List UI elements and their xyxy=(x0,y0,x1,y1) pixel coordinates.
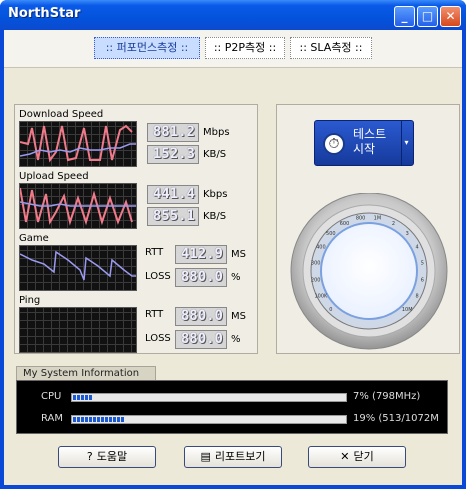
minimize-button[interactable]: _ xyxy=(394,6,415,27)
report-icon: ▤ xyxy=(200,450,211,463)
close-window-button[interactable]: ✕ xyxy=(440,6,461,27)
gauge-tick-label: 6 xyxy=(421,277,424,283)
download-rate-display: 881.2 xyxy=(147,123,199,142)
gauge-tick-label: 400 xyxy=(316,245,326,251)
ram-label: RAM xyxy=(41,413,64,424)
upload-rate-display: 441.4 xyxy=(147,185,199,204)
upload-kbs-display: 855.1 xyxy=(147,207,199,226)
speed-gauge: 0 100K 200 300 400 500 600 800 1M 2 3 4 5 6 8 10M xyxy=(290,193,448,350)
download-rate-unit: Mbps xyxy=(203,127,230,138)
cpu-usage-fill xyxy=(73,395,92,400)
ping-rtt-display: 880.0 xyxy=(175,307,227,326)
ram-usage-fill xyxy=(73,417,125,422)
gauge-tick-label: 3 xyxy=(406,231,409,237)
gauge-tick-label: 8 xyxy=(416,294,419,300)
cpu-label: CPU xyxy=(41,391,62,402)
ping-loss-display: 880.0 xyxy=(175,330,227,349)
upload-kbs-unit: KB/S xyxy=(203,211,227,222)
gauge-tick-label: 2 xyxy=(392,221,395,227)
gauge-tick-label: 0 xyxy=(329,307,332,313)
upload-graph-lines xyxy=(19,187,136,226)
gauge-tick-label: 1M xyxy=(374,216,382,222)
gauge-tick-label: 200 xyxy=(311,277,321,283)
app-window: NorthStar _ □ ✕ :: 퍼포먼스측정 :: :: P2P측정 ::… xyxy=(0,0,466,489)
title-bar[interactable]: NorthStar _ □ ✕ xyxy=(0,0,466,30)
help-button[interactable]: ? 도움말 xyxy=(58,446,156,468)
tab-sla[interactable]: :: SLA측정 :: xyxy=(290,37,372,59)
game-rtt-unit: MS xyxy=(231,249,246,260)
download-graph xyxy=(19,121,137,167)
start-test-button[interactable]: ⏱ 테스트 시작 ▾ xyxy=(314,120,414,166)
start-test-label: 테스트 시작 xyxy=(353,127,386,157)
gauge-tick-label: 600 xyxy=(340,221,350,227)
close-button[interactable]: ✕ 닫기 xyxy=(308,446,406,468)
gauge-tick-label: 4 xyxy=(416,245,419,251)
game-loss-label: LOSS xyxy=(145,271,171,282)
window-title: NorthStar xyxy=(8,6,81,21)
gauge-tick-label: 100K xyxy=(314,294,328,300)
maximize-button[interactable]: □ xyxy=(417,6,438,27)
client-area: :: 퍼포먼스측정 :: :: P2P측정 :: :: SLA측정 :: Dow… xyxy=(4,30,462,485)
tab-p2p[interactable]: :: P2P측정 :: xyxy=(205,37,285,59)
question-icon: ? xyxy=(86,450,93,463)
ping-rtt-label: RTT xyxy=(145,309,164,320)
help-button-label: 도움말 xyxy=(96,450,128,463)
upload-rate-unit: Kbps xyxy=(203,189,228,200)
start-test-line1: 테스트 xyxy=(353,127,387,141)
system-info-panel: CPU 7% (798MHz) RAM 19% (513/1072M xyxy=(16,380,448,434)
tab-bar: :: 퍼포먼스측정 :: :: P2P측정 :: :: SLA측정 :: xyxy=(4,30,462,68)
view-report-button[interactable]: ▤ 리포트보기 xyxy=(184,446,282,468)
ram-value: 19% (513/1072M xyxy=(353,413,439,424)
ping-rtt-unit: MS xyxy=(231,311,246,322)
ram-usage-bar xyxy=(71,415,347,424)
system-info-tab: My System Information xyxy=(16,366,156,380)
upload-graph xyxy=(19,183,137,229)
download-kbs-unit: KB/S xyxy=(203,149,227,160)
cpu-usage-bar xyxy=(71,393,347,402)
close-icon: ✕ xyxy=(340,450,350,463)
close-button-label: 닫기 xyxy=(353,450,374,463)
cpu-value: 7% (798MHz) xyxy=(353,391,421,402)
upload-speed-label: Upload Speed xyxy=(19,171,89,182)
ping-loss-unit: % xyxy=(231,334,241,345)
game-graph xyxy=(19,245,137,291)
download-speed-label: Download Speed xyxy=(19,109,104,120)
ping-graph xyxy=(19,307,137,353)
start-test-line2: 시작 xyxy=(353,142,376,156)
chevron-down-icon[interactable]: ▾ xyxy=(401,121,411,165)
tab-performance[interactable]: :: 퍼포먼스측정 :: xyxy=(94,37,200,59)
game-loss-unit: % xyxy=(231,272,241,283)
gauge-tick-label: 10M xyxy=(402,307,413,313)
game-label: Game xyxy=(19,233,49,244)
game-rtt-label: RTT xyxy=(145,247,164,258)
stopwatch-icon: ⏱ xyxy=(323,133,345,155)
ping-label: Ping xyxy=(19,295,41,306)
ping-loss-label: LOSS xyxy=(145,333,171,344)
game-graph-lines xyxy=(19,250,136,281)
gauge-tick-label: 300 xyxy=(311,261,321,267)
download-graph-lines xyxy=(19,124,136,163)
game-rtt-display: 412.9 xyxy=(175,245,227,264)
gauge-tick-label: 800 xyxy=(356,216,366,222)
game-loss-display: 880.0 xyxy=(175,268,227,287)
view-report-button-label: 리포트보기 xyxy=(214,450,266,463)
gauge-tick-label: 500 xyxy=(326,231,336,237)
download-kbs-display: 152.3 xyxy=(147,145,199,164)
measurement-panel: Download Speed 881.2 Mbps 152.3 KB/S Upl… xyxy=(14,104,258,354)
gauge-tick-label: 5 xyxy=(421,261,424,267)
